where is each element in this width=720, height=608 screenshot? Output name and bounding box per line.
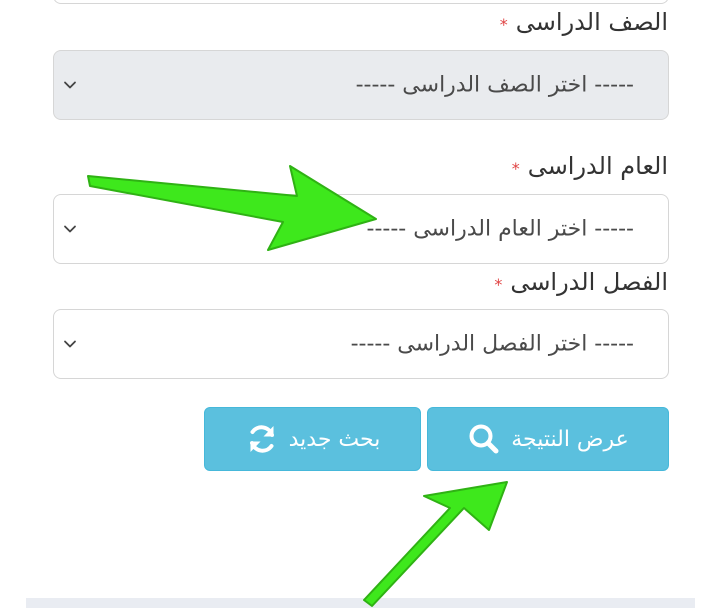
required-mark: * [511,159,520,178]
previous-field[interactable] [53,0,669,4]
term-label-text: الفصل الدراسى [510,268,668,296]
new-search-button[interactable]: بحث جديد [204,407,421,471]
grade-label-text: الصف الدراسى [515,8,668,36]
result-search-form: الصف الدراسى * ----- اختر الصف الدراسى -… [0,0,720,608]
year-select[interactable]: ----- اختر العام الدراسى ----- [53,194,669,264]
chevron-down-icon [64,81,76,89]
year-select-value: ----- اختر العام الدراسى ----- [366,216,634,242]
show-result-label: عرض النتيجة [511,426,629,452]
term-label: الفصل الدراسى * [494,268,668,296]
term-select[interactable]: ----- اختر الفصل الدراسى ----- [53,309,669,379]
refresh-icon [249,425,274,453]
chevron-down-icon [64,225,76,233]
grade-select[interactable]: ----- اختر الصف الدراسى ----- [53,50,669,120]
grade-select-value: ----- اختر الصف الدراسى ----- [355,72,634,98]
year-label-text: العام الدراسى [527,152,668,180]
required-mark: * [499,15,508,34]
new-search-label: بحث جديد [288,426,381,452]
footer-strip [26,598,695,608]
required-mark: * [494,275,503,294]
show-result-button[interactable]: عرض النتيجة [427,407,669,471]
grade-label: الصف الدراسى * [500,8,668,36]
term-select-value: ----- اختر الفصل الدراسى ----- [350,331,634,357]
search-icon [469,424,499,454]
year-label: العام الدراسى * [512,152,668,180]
chevron-down-icon [64,340,76,348]
